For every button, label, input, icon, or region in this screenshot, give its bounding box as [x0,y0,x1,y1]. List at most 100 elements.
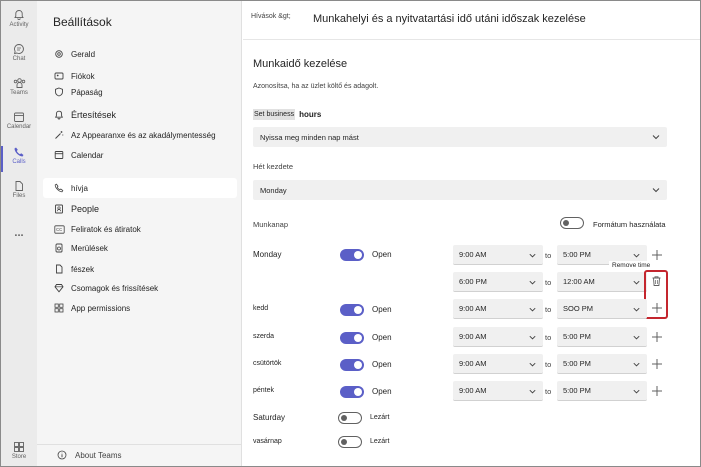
chevron-down-icon [529,253,536,258]
add-time-icon[interactable] [651,302,663,314]
about-teams-label: About Teams [75,451,122,460]
diamond-icon [53,282,65,294]
sidebar-item-appearance[interactable]: Az Appearanxe és az akadálymentesség [43,125,237,145]
chat-icon [14,44,24,55]
sidebar-item-label: Értesítések [71,110,117,120]
sidebar-item-general[interactable]: Gerald [43,44,237,64]
end-time-select[interactable]: 5:00 PM [557,354,647,374]
start-time-value: 6:00 PM [459,277,487,286]
day-name-friday: péntek [253,387,275,394]
rail-label: Calendar [6,124,32,130]
format-label: Formátum használata [593,220,666,229]
sidebar-item-notifications[interactable]: Értesítések [43,105,237,125]
format-toggle[interactable] [560,217,584,229]
start-time-select[interactable]: 9:00 AM [453,381,543,401]
breadcrumb[interactable]: Hívások &gt; [251,13,291,20]
start-time-select[interactable]: 9:00 AM [453,245,543,265]
sidebar-item-label: Fiókok [71,71,95,81]
end-time-select[interactable]: 12:00 AM [557,272,647,292]
add-time-icon[interactable] [651,385,663,397]
chevron-down-icon [633,335,640,340]
sidebar-item-files[interactable]: fészek [43,259,237,279]
day-toggle-thursday[interactable] [340,359,364,371]
sidebar-item-devices[interactable]: Merülések [43,238,237,258]
end-time-select[interactable]: 5:00 PM [557,381,647,401]
day-toggle-monday[interactable] [340,249,364,261]
add-time-icon[interactable] [651,358,663,370]
svg-text:CC: CC [56,227,62,232]
devices-icon [53,242,65,254]
start-time-value: 9:00 AM [459,304,487,313]
start-time-select[interactable]: 9:00 AM [453,299,543,319]
rail-label: Chat [12,56,26,62]
week-start-value: Monday [260,185,287,195]
phone-icon [14,147,24,157]
rail-teams[interactable]: Teams [1,77,37,96]
cc-icon: CC [53,223,65,235]
chevron-down-icon [633,362,640,367]
to-label: to [545,305,552,314]
sidebar-item-app-permissions[interactable]: App permissions [43,298,237,318]
rail-store[interactable]: Store [1,441,37,460]
start-time-select[interactable]: 9:00 AM [453,354,543,374]
start-time-select[interactable]: 6:00 PM [453,272,543,292]
sidebar-item-calendar[interactable]: Calendar [43,145,237,165]
to-label: to [545,360,552,369]
rail-label: Activity [9,22,29,28]
end-time-value: 5:00 PM [563,386,591,395]
account-icon [53,70,65,82]
rail-label: Files [12,193,26,199]
end-time-select[interactable]: SOO PM [557,299,647,319]
sidebar-item-label: Csomagok és frissítések [71,283,159,293]
to-label: to [545,251,552,260]
settings-title: Beállítások [53,15,112,29]
end-time-value: SOO PM [563,304,594,313]
main-panel: Hívások &gt; Munkahelyi és a nyitvatartá… [243,1,700,466]
bell-icon [53,109,65,121]
wand-icon [53,129,65,141]
grid-icon [53,302,65,314]
rail-activity[interactable]: Activity [1,9,37,28]
sidebar-item-people[interactable]: People [43,199,237,219]
rail-calls[interactable]: Calls [1,146,37,172]
day-toggle-wednesday[interactable] [340,332,364,344]
day-status: Open [372,387,392,396]
day-status: Lezárt [370,438,390,445]
add-time-icon[interactable] [651,249,663,261]
end-time-value: 5:00 PM [563,332,591,341]
apps-icon [14,442,24,452]
sidebar-item-privacy[interactable]: Pápaság [43,82,237,102]
hours-mode-dropdown[interactable]: Nyissa meg minden nap mást [253,127,667,147]
rail-calendar[interactable]: Calendar [1,111,37,130]
day-toggle-friday[interactable] [340,386,364,398]
sidebar-item-captions[interactable]: CC Feliratok és átiratok [43,219,237,239]
start-time-select[interactable]: 9:00 AM [453,327,543,347]
sidebar-item-label: Gerald [71,49,96,59]
rail-files[interactable]: Files [1,180,37,199]
day-status: Open [372,250,392,259]
end-time-select[interactable]: 5:00 PM [557,327,647,347]
sidebar-item-label: Calendar [71,150,104,160]
day-toggle-saturday[interactable] [338,412,362,424]
calendar-icon [14,112,24,122]
day-toggle-sunday[interactable] [338,436,362,448]
about-teams-link[interactable]: About Teams [37,444,242,466]
day-status: Open [372,360,392,369]
sidebar-item-calls[interactable]: hívja [43,178,237,198]
more-icon[interactable]: ... [1,227,37,239]
sidebar-item-label: Pápaság [71,87,103,97]
sidebar-item-updates[interactable]: Csomagok és frissítések [43,278,237,298]
week-start-dropdown[interactable]: Monday [253,180,667,200]
trash-icon[interactable] [651,275,662,287]
page-title: Munkahelyi és a nyitvatartási idő utáni … [313,13,586,25]
chevron-down-icon [633,389,640,394]
add-time-icon[interactable] [651,331,663,343]
day-toggle-tuesday[interactable] [340,304,364,316]
chevron-down-icon [529,362,536,367]
sidebar-item-label: Az Appearanxe és az akadálymentesség [71,130,216,140]
hours-text: hours [299,110,322,119]
week-start-label: Hét kezdete [253,162,294,171]
end-time-value: 5:00 PM [563,359,591,368]
rail-chat[interactable]: Chat [1,43,37,62]
end-time-value: 12:00 AM [563,277,595,286]
